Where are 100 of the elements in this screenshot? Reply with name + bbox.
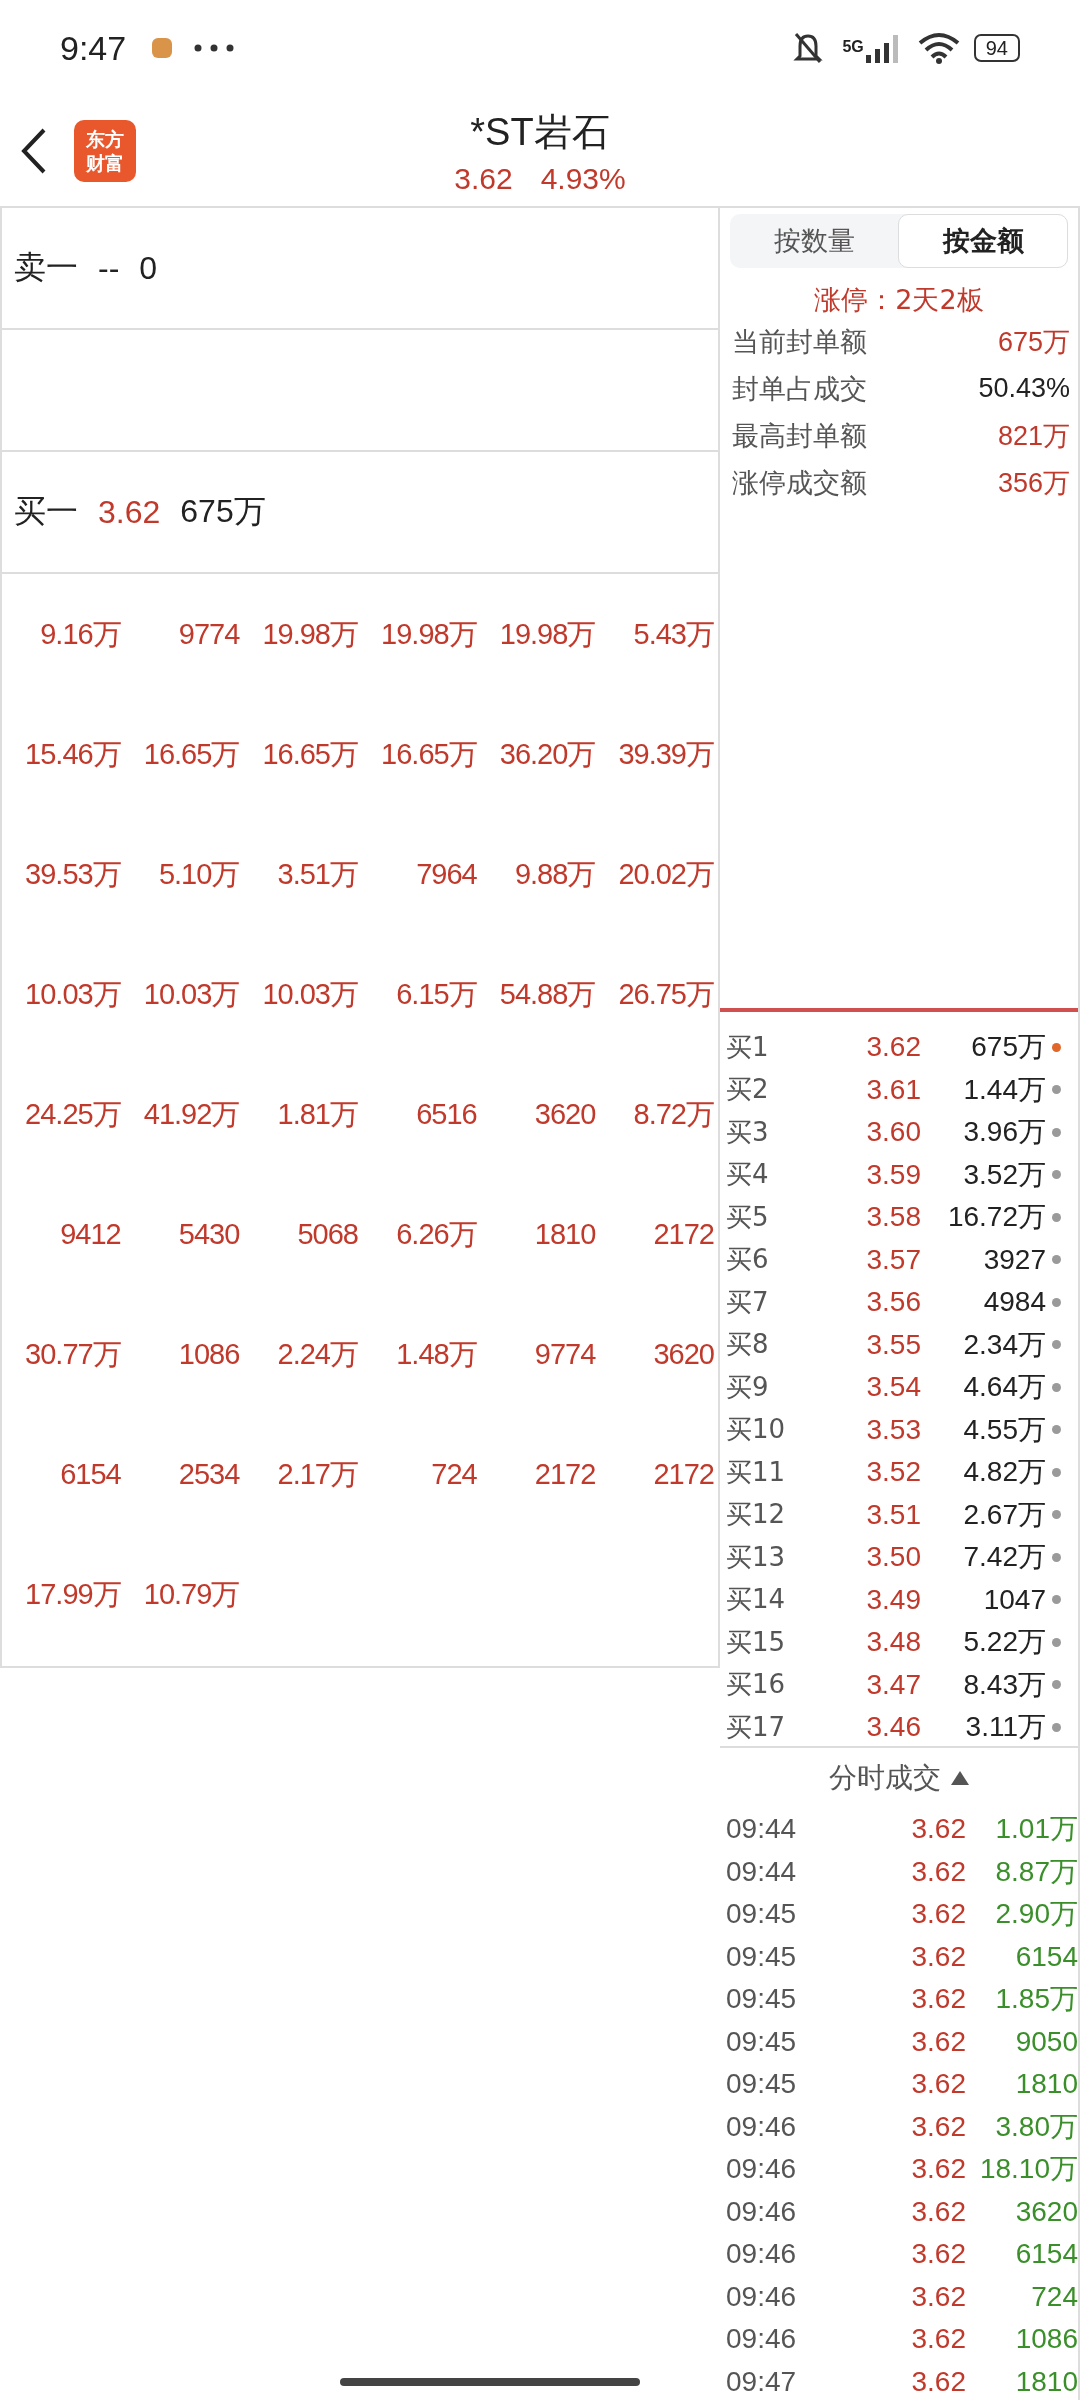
- bid-amount: 2.34万: [962, 1327, 1046, 1362]
- network-label: 5G: [842, 38, 864, 56]
- ask-label: 卖一: [14, 248, 78, 287]
- bid-price: 3.49: [865, 1583, 921, 1616]
- bid-price: 3.60: [865, 1116, 921, 1149]
- trade-price: 3.62: [910, 2153, 966, 2186]
- bid-level: 买15: [726, 1625, 787, 1659]
- trade-amount: 2.17万: [276, 1457, 358, 1492]
- stat-value: 50.43%: [978, 373, 1070, 404]
- trade-time: 09:46: [726, 2153, 798, 2186]
- trade-time: 09:46: [726, 2195, 798, 2228]
- trade-price: 3.62: [910, 2195, 966, 2228]
- ask-amount: 0: [139, 249, 158, 287]
- bid-amount: 3.11万: [964, 1710, 1046, 1745]
- trade-amount: 1.81万: [276, 1097, 358, 1132]
- tab[interactable]: 按金额: [898, 214, 1068, 268]
- trade-amount: 5068: [296, 1217, 358, 1252]
- trade-amount: 2172: [652, 1217, 714, 1252]
- trade-amount: 1.48万: [395, 1337, 477, 1372]
- trade-amount: 19.98万: [498, 617, 596, 652]
- app-logo: 东方 财富: [74, 120, 136, 182]
- trade-time: 09:45: [726, 2025, 798, 2058]
- bid-level: 买13: [726, 1540, 787, 1574]
- trade-amount: 9.88万: [513, 857, 596, 892]
- bid-price: 3.53: [865, 1413, 921, 1446]
- trade-volume: 2.90万: [994, 1897, 1078, 1932]
- trade-amount: 9412: [59, 1217, 121, 1252]
- bid-price: 3.55: [865, 1328, 921, 1361]
- bid-amount: 4.82万: [962, 1455, 1046, 1490]
- trade-amount: 1086: [177, 1337, 240, 1372]
- bid-price: 3.54: [865, 1371, 921, 1404]
- trade-amount: 16.65万: [142, 737, 240, 772]
- trade-amount: 36.20万: [498, 737, 596, 772]
- bid-price: 3.57: [865, 1243, 921, 1276]
- trade-volume: 1810: [1014, 2068, 1078, 2101]
- trade-price: 3.62: [910, 2238, 966, 2271]
- trade-amount: 6154: [59, 1457, 121, 1492]
- clock: 9:47: [60, 28, 127, 68]
- trade-volume: 6154: [1014, 2238, 1078, 2271]
- bid-price: 3.62: [98, 493, 161, 531]
- stat-value: 675万: [997, 325, 1070, 359]
- trade-amount: 9774: [533, 1337, 596, 1372]
- trade-amount: 3620: [533, 1097, 596, 1132]
- trade-amount: 54.88万: [498, 977, 596, 1012]
- wifi-icon: [917, 32, 960, 64]
- trade-amount: 10.03万: [142, 977, 240, 1012]
- trade-amount: 7964: [415, 857, 477, 892]
- bid-price: 3.50: [865, 1541, 921, 1574]
- stat-label: 当前封单额: [732, 324, 867, 359]
- sort-up-icon[interactable]: [951, 1771, 969, 1785]
- trade-amount: 1810: [533, 1217, 596, 1252]
- bid-amount: 1047: [982, 1583, 1046, 1616]
- stat-value: 356万: [997, 466, 1070, 500]
- section-title: 分时成交: [829, 1760, 941, 1796]
- bid-level: 买8: [726, 1328, 770, 1362]
- trade-time: 09:47: [726, 2365, 798, 2398]
- bid-level: 买2: [726, 1073, 770, 1107]
- trade-amount: 6.15万: [395, 977, 477, 1012]
- bid-amount: 4.64万: [962, 1370, 1046, 1405]
- stock-price: 3.62: [454, 161, 513, 196]
- bid-amount: 16.72万: [946, 1200, 1046, 1235]
- bid-price: 3.61: [865, 1073, 921, 1106]
- bid-level: 买16: [726, 1668, 787, 1702]
- back-icon[interactable]: [20, 127, 48, 175]
- trade-amount: 6.26万: [395, 1217, 477, 1252]
- trade-time: 09:44: [726, 1813, 798, 1846]
- bid-amount: 4984: [982, 1286, 1046, 1319]
- trade-time: 09:45: [726, 1898, 798, 1931]
- trade-volume: 18.10万: [978, 2152, 1078, 2187]
- trade-amount: 17.99万: [24, 1577, 121, 1612]
- trade-price: 3.62: [910, 1940, 966, 1973]
- trade-amount: 3.51万: [276, 857, 358, 892]
- trade-volume: 8.87万: [994, 1854, 1078, 1889]
- trade-amount: 15.46万: [24, 737, 121, 772]
- trade-time: 09:45: [726, 1940, 798, 1973]
- bid-amount: 7.42万: [962, 1540, 1046, 1575]
- bid-amount: 8.43万: [962, 1667, 1046, 1702]
- bid-amount: 1.44万: [962, 1072, 1046, 1107]
- trade-amount: 20.02万: [617, 857, 714, 892]
- change-percent: 4.93%: [540, 161, 626, 196]
- trade-volume: 9050: [1014, 2025, 1078, 2058]
- trade-price: 3.62: [910, 1898, 966, 1931]
- bid-price: 3.59: [865, 1158, 921, 1191]
- trade-amount: 26.75万: [617, 977, 714, 1012]
- trade-price: 3.62: [910, 2280, 966, 2313]
- bid-price: 3.48: [865, 1626, 921, 1659]
- bid-price: 3.52: [865, 1456, 921, 1489]
- limit-up-streak: 涨停：2天2板: [813, 283, 985, 317]
- trade-price: 3.62: [910, 2365, 966, 2398]
- trade-time: 09:46: [726, 2280, 798, 2313]
- stat-label: 最高封单额: [732, 418, 867, 453]
- trade-time: 09:46: [726, 2110, 798, 2143]
- bid-level: 买4: [726, 1158, 770, 1192]
- ask-price: --: [98, 249, 120, 287]
- trade-time: 09:45: [726, 2068, 798, 2101]
- bid-label: 买一: [14, 492, 78, 531]
- trade-amount: 39.53万: [24, 857, 121, 892]
- tab[interactable]: 按数量: [730, 214, 898, 268]
- trade-amount: 10.03万: [24, 977, 121, 1012]
- trade-time: 09:45: [726, 1983, 798, 2016]
